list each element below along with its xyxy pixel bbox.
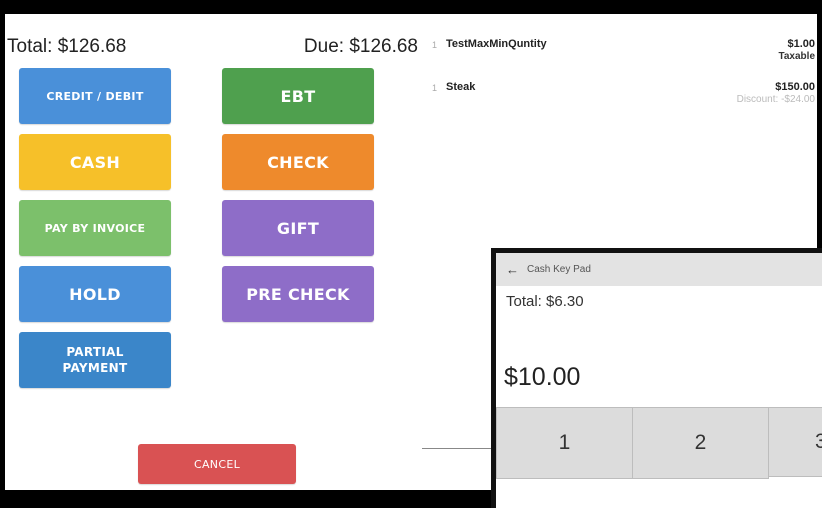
gift-button[interactable]: GIFT (222, 200, 374, 256)
cash-keypad-dialog: ← Cash Key Pad Total: $6.30 ↓ $10.00 1 2… (491, 248, 822, 508)
order-item-name: Steak (446, 81, 476, 93)
order-item-index: 1 (432, 40, 438, 50)
order-item[interactable]: 1 Steak $150.00 Discount: -$24.00 (428, 81, 817, 117)
partial-payment-button[interactable]: PARTIAL PAYMENT (19, 332, 171, 388)
order-items-list: 1 TestMaxMinQuntity $1.00 Taxable 1 Stea… (428, 36, 817, 236)
check-button[interactable]: CHECK (222, 134, 374, 190)
key-1[interactable]: 1 (496, 407, 633, 479)
divider (422, 448, 497, 449)
order-item-discount: Discount: -$24.00 (736, 94, 815, 105)
cash-keypad-panel: ← Cash Key Pad Total: $6.30 ↓ $10.00 1 2… (496, 253, 822, 508)
pay-by-invoice-button[interactable]: PAY BY INVOICE (19, 200, 171, 256)
credit-debit-button[interactable]: CREDIT / DEBIT (19, 68, 171, 124)
total-amount: Total: $126.68 (7, 36, 127, 57)
number-keypad: 1 2 3 (496, 407, 822, 508)
hold-button[interactable]: HOLD (19, 266, 171, 322)
pre-check-button[interactable]: PRE CHECK (222, 266, 374, 322)
key-3[interactable]: 3 (768, 407, 822, 477)
ebt-button[interactable]: EBT (222, 68, 374, 124)
cancel-button[interactable]: CANCEL (138, 444, 296, 484)
cash-keypad-total: Total: $6.30 (506, 293, 584, 310)
cash-keypad-title: Cash Key Pad (527, 264, 591, 275)
order-item-price: $1.00 (787, 38, 815, 50)
order-item[interactable]: 1 TestMaxMinQuntity $1.00 Taxable (428, 38, 817, 74)
totals-bar: Total: $126.68 Due: $126.68 (5, 36, 422, 66)
due-amount: Due: $126.68 (303, 36, 418, 57)
arrow-left-icon[interactable]: ← (506, 262, 519, 277)
order-item-price: $150.00 (775, 81, 815, 93)
cash-button[interactable]: CASH (19, 134, 171, 190)
tendered-amount: $10.00 (504, 363, 581, 391)
order-item-index: 1 (432, 83, 438, 93)
order-item-name: TestMaxMinQuntity (446, 38, 547, 50)
order-item-tax-status: Taxable (778, 51, 816, 62)
key-2[interactable]: 2 (632, 407, 769, 479)
cash-keypad-header: ← Cash Key Pad (496, 253, 822, 286)
